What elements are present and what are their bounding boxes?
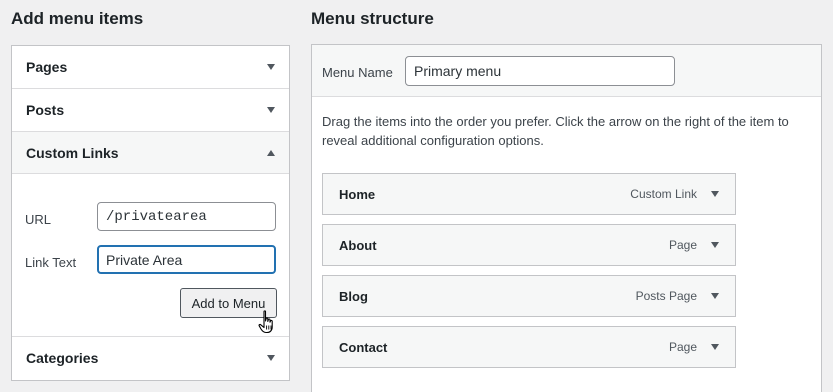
menu-item-title: Contact bbox=[339, 339, 388, 355]
url-label: URL bbox=[25, 212, 52, 227]
menu-item-about[interactable]: About Page bbox=[322, 224, 736, 266]
triangle-down-icon[interactable] bbox=[711, 344, 719, 350]
triangle-down-icon[interactable] bbox=[711, 293, 719, 299]
custom-links-form: URL Link Text Add to Menu bbox=[12, 174, 289, 336]
custom-links-section-header[interactable]: Custom Links bbox=[12, 132, 289, 174]
menu-item-contact[interactable]: Contact Page bbox=[322, 326, 736, 368]
triangle-down-icon bbox=[267, 107, 275, 113]
triangle-down-icon[interactable] bbox=[711, 242, 719, 248]
link-text-label: Link Text bbox=[25, 255, 77, 270]
triangle-down-icon[interactable] bbox=[711, 191, 719, 197]
add-to-menu-button[interactable]: Add to Menu bbox=[180, 288, 277, 318]
menu-item-title: Blog bbox=[339, 288, 368, 304]
menu-name-input[interactable] bbox=[405, 56, 675, 86]
menu-item-home[interactable]: Home Custom Link bbox=[322, 173, 736, 215]
categories-section-label: Categories bbox=[26, 350, 99, 366]
menu-name-label: Menu Name bbox=[322, 65, 393, 80]
custom-links-section-label: Custom Links bbox=[26, 144, 119, 161]
menu-item-type: Custom Link bbox=[630, 187, 697, 201]
add-menu-items-title: Add menu items bbox=[11, 9, 144, 28]
posts-section-header[interactable]: Posts bbox=[12, 89, 289, 131]
categories-section-header[interactable]: Categories bbox=[12, 337, 289, 379]
menu-item-type: Page bbox=[668, 238, 697, 252]
pages-section-label: Pages bbox=[26, 59, 68, 75]
pages-section: Pages bbox=[12, 46, 289, 89]
categories-section: Categories bbox=[12, 337, 289, 379]
triangle-down-icon bbox=[267, 64, 275, 70]
triangle-down-icon bbox=[267, 355, 275, 361]
menu-item-title: Home bbox=[339, 186, 376, 202]
menu-item-blog[interactable]: Blog Posts Page bbox=[322, 275, 736, 317]
menu-name-bar: Menu Name bbox=[312, 45, 821, 97]
menu-item-type: Page bbox=[668, 340, 697, 354]
add-menu-items-accordion: Pages Posts Custom Links URL Link Text A… bbox=[11, 45, 290, 381]
posts-section: Posts bbox=[12, 89, 289, 132]
link-text-input[interactable] bbox=[97, 245, 276, 274]
drag-instructions: Drag the items into the order you prefer… bbox=[322, 114, 789, 148]
pages-section-header[interactable]: Pages bbox=[12, 46, 289, 88]
posts-section-label: Posts bbox=[26, 102, 65, 118]
menu-item-type: Posts Page bbox=[635, 289, 697, 303]
custom-links-section: Custom Links URL Link Text Add to Menu bbox=[12, 132, 289, 337]
triangle-up-icon bbox=[267, 149, 275, 156]
url-input[interactable] bbox=[97, 202, 276, 231]
menu-structure-title: Menu structure bbox=[311, 9, 434, 28]
menu-item-title: About bbox=[339, 237, 377, 253]
menu-structure-panel: Menu Name Drag the items into the order … bbox=[311, 44, 822, 392]
